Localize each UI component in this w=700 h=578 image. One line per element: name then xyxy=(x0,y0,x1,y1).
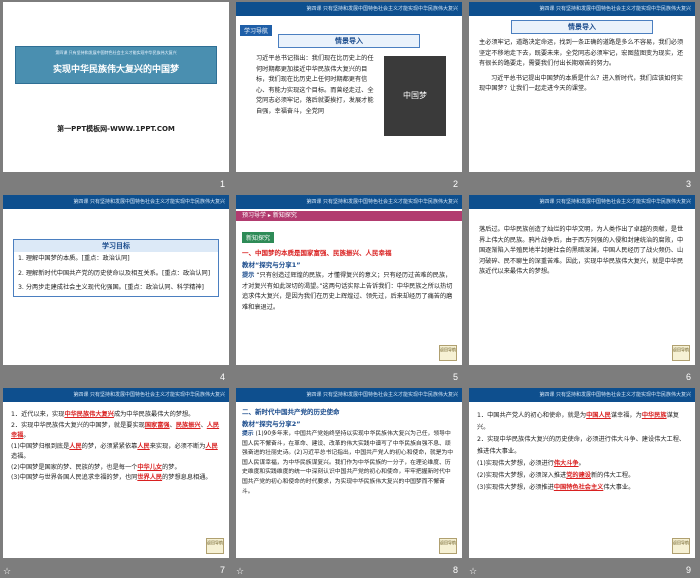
text-run: 谋幸福，为 xyxy=(610,412,642,419)
slide-number: 5 xyxy=(452,372,458,382)
return-mark-icon[interactable]: 返回导航 xyxy=(206,538,224,554)
text-run: (2)中国梦是国家的梦、民族的梦，也是每一个 xyxy=(11,463,138,471)
box-title: 情景导入 xyxy=(511,20,653,34)
box-title: 学习目标 xyxy=(14,240,218,252)
text-run: 来实现，必须不断为 xyxy=(149,442,206,450)
section-heading: 二、新时代中国共产党的历史使命 xyxy=(242,408,340,416)
sub-heading: 教材“探究与分享2” xyxy=(242,420,301,428)
text-run: 的梦想息息相通。 xyxy=(162,474,212,481)
tip-label: 提示 xyxy=(242,272,255,279)
text-run: 新的伟大工程。 xyxy=(590,472,635,479)
text-run: (2)实现伟大梦想，必须深入推进 xyxy=(477,472,567,479)
body-text: 落后过。中华民族创造了灿烂的中华文明，为人类作出了卓越的贡献，是世界上伟大的民族… xyxy=(479,226,684,275)
slide-thumb-3[interactable]: 第四课 只有坚持和发展中国特色社会主义才能实现中华民族伟大复兴 情景导入 主必须… xyxy=(466,0,699,192)
slide-thumb-4[interactable]: 第四课 只有坚持和发展中国特色社会主义才能实现中华民族伟大复兴 学习目标 1. … xyxy=(0,193,233,385)
text-run: (1)中国梦归根到底是 xyxy=(11,442,70,450)
slide-thumb-2[interactable]: 第四课 只有坚持和发展中国特色社会主义才能实现中华民族伟大复兴 学习导航 情景导… xyxy=(233,0,466,192)
answer-blank: 人民 xyxy=(137,442,150,450)
slide-thumb-5[interactable]: 第四课 只有坚持和发展中国特色社会主义才能实现中华民族伟大复兴 预习导学 ▸ 新… xyxy=(233,193,466,385)
text-run: (3)实现伟大梦想，必须推进 xyxy=(477,484,554,491)
body-text: 主必须牢记，道路决定命运，找到一条正确的道路是多么不容易，我们必须坚定不移地走下… xyxy=(479,39,684,67)
goal-box: 学习目标 1. 理解中国梦的本质。[重点：政治认同] 2. 理解新时代中国共产党… xyxy=(13,239,219,297)
slide-number: 9 xyxy=(685,565,691,575)
return-mark-icon[interactable]: 返回导航 xyxy=(672,538,690,554)
slide-thumb-1[interactable]: 第四课 只有坚持和发展中国特色社会主义才能实现中华民族伟大复兴 实现中华民族伟大… xyxy=(0,0,233,192)
goal-item: 3. 分两步走建成社会主义现代化强国。[重点：政治认同、科学精神] xyxy=(18,284,204,291)
slide-header: 第四课 只有坚持和发展中国特色社会主义才能实现中华民族伟大复兴 xyxy=(3,388,229,402)
sub-heading: 教材“探究与分享1” xyxy=(242,261,301,269)
text-run: 2．实现中华民族伟大复兴的中国梦，就是要实现 xyxy=(11,421,145,429)
star-icon[interactable]: ☆ xyxy=(236,567,244,577)
body-text: (1)90多年来，中国共产党始终坚持以实现中华民族伟大复兴为己任，领导中国人民不… xyxy=(242,431,454,495)
body-text: “只有创造过辉煌的民族，才懂得复兴的意义；只有经历过苦难的民族，才对复兴有如此深… xyxy=(242,272,453,311)
slide-header: 第四课 只有坚持和发展中国特色社会主义才能实现中华民族伟大复兴 xyxy=(469,388,695,402)
text-run: 2．实现中华民族伟大复兴的历史使命，必须进行伟大斗争、建设伟大工程、推进伟大事业… xyxy=(477,436,686,455)
text-run: 的梦。 xyxy=(162,463,181,471)
slide-number: 2 xyxy=(452,179,458,189)
text-run: 伟大事业。 xyxy=(603,484,635,491)
answer-blank: 世界人民 xyxy=(137,474,163,481)
section-heading: 一、中国梦的本质是国家富强、民族振兴、人民幸福 xyxy=(242,249,392,257)
slide-number: 8 xyxy=(452,565,458,575)
slide-number: 3 xyxy=(685,179,691,189)
answer-blank: 中国特色社会主义 xyxy=(553,484,604,491)
title-banner: 第四课 只有坚持和发展中国特色社会主义才能实现中华民族伟大复兴 实现中华民族伟大… xyxy=(15,46,217,84)
answer-blank: 中国人民 xyxy=(586,412,611,419)
answer-blank: 人民 xyxy=(205,442,218,450)
slide-number: 6 xyxy=(685,372,691,382)
slide-header: 第四课 只有坚持和发展中国特色社会主义才能实现中华民族伟大复兴 xyxy=(236,195,462,209)
section-tag: 新知探究 xyxy=(242,225,462,244)
return-mark-icon[interactable]: 返回导航 xyxy=(439,345,457,361)
text-run: (1)实现伟大梦想，必须进行 xyxy=(477,460,554,467)
slide-thumb-9[interactable]: 第四课 只有坚持和发展中国特色社会主义才能实现中华民族伟大复兴 1．中国共产党人… xyxy=(466,386,699,578)
question-text: 习近平总书记提出中国梦的本质是什么？进入新时代，我们应该如何实现中国梦？让我们一… xyxy=(479,74,683,93)
box-title: 情景导入 xyxy=(278,34,420,48)
star-icon[interactable]: ☆ xyxy=(3,567,11,577)
slide-header: 第四课 只有坚持和发展中国特色社会主义才能实现中华民族伟大复兴 xyxy=(469,195,695,209)
slide-thumb-7[interactable]: 第四课 只有坚持和发展中国特色社会主义才能实现中华民族伟大复兴 1．近代以来，实… xyxy=(0,386,233,578)
slide-title: 实现中华民族伟大复兴的中国梦 xyxy=(52,65,179,75)
goal-item: 2. 理解新时代中国共产党的历史使命以及相互关系。[重点：政治认同] xyxy=(18,269,211,277)
text-run: 造福。 xyxy=(11,453,30,460)
text-run: 。 xyxy=(578,460,585,467)
text-run: (3)中国梦与世界各国人民追求幸福的梦，也同 xyxy=(11,474,138,481)
slide-header: 第四课 只有坚持和发展中国特色社会主义才能实现中华民族伟大复兴 xyxy=(3,195,229,209)
slide-number: 7 xyxy=(219,565,225,575)
text-run: 1．中国共产党人的初心和使命，就是为 xyxy=(477,412,587,419)
slide-thumb-8[interactable]: 第四课 只有坚持和发展中国特色社会主义才能实现中华民族伟大复兴 二、新时代中国共… xyxy=(233,386,466,578)
answer-blank: 人民 xyxy=(69,442,82,450)
return-mark-icon[interactable]: 返回导航 xyxy=(439,538,457,554)
return-mark-icon[interactable]: 返回导航 xyxy=(672,345,690,361)
nav-tabs: 预习导学 ▸ 新知探究 xyxy=(236,211,462,221)
section-tag: 学习导航 xyxy=(240,18,273,37)
tab-explore[interactable]: 新知探究 xyxy=(273,212,297,219)
tab-preview[interactable]: 预习导学 xyxy=(242,212,266,219)
slide-header: 第四课 只有坚持和发展中国特色社会主义才能实现中华民族伟大复兴 xyxy=(469,2,695,16)
banner-subtitle: 第四课 只有坚持和发展中国特色社会主义才能实现中华民族伟大复兴 xyxy=(55,50,177,55)
body-text: 习近平总书记指出：我们现在比历史上的任何时期都更加接近中华民族伟大复兴的目标，我… xyxy=(256,55,374,115)
book-cover-image: 中国梦 xyxy=(384,56,446,136)
answer-blank: 民族振兴 xyxy=(175,421,201,429)
answer-blank: 中华民族伟大复兴 xyxy=(64,411,114,418)
slide-number: 1 xyxy=(219,179,225,189)
tip-label: 提示 xyxy=(242,431,254,437)
goal-item: 1. 理解中国梦的本质。[重点：政治认同] xyxy=(18,255,130,262)
slide-thumb-6[interactable]: 第四课 只有坚持和发展中国特色社会主义才能实现中华民族伟大复兴 落后过。中华民族… xyxy=(466,193,699,385)
star-icon[interactable]: ☆ xyxy=(469,567,477,577)
slide-header: 第四课 只有坚持和发展中国特色社会主义才能实现中华民族伟大复兴 xyxy=(236,2,462,16)
slide-header: 第四课 只有坚持和发展中国特色社会主义才能实现中华民族伟大复兴 xyxy=(236,388,462,402)
text-run: 1．近代以来，实现 xyxy=(11,411,65,418)
answer-blank: 中华民族 xyxy=(641,412,667,419)
site-label: 第一PPT模板网-WWW.1PPT.COM xyxy=(57,125,175,133)
slide-number: 4 xyxy=(219,372,225,382)
answer-blank: 伟大斗争 xyxy=(553,460,579,467)
answer-blank: 党的建设 xyxy=(566,472,591,479)
text-run: 的梦，必须紧紧依靠 xyxy=(81,442,138,450)
answer-blank: 国家富强 xyxy=(144,421,170,429)
text-run: 成为中华民族最伟大的梦想。 xyxy=(113,411,195,418)
answer-blank: 中华儿女 xyxy=(137,463,163,471)
